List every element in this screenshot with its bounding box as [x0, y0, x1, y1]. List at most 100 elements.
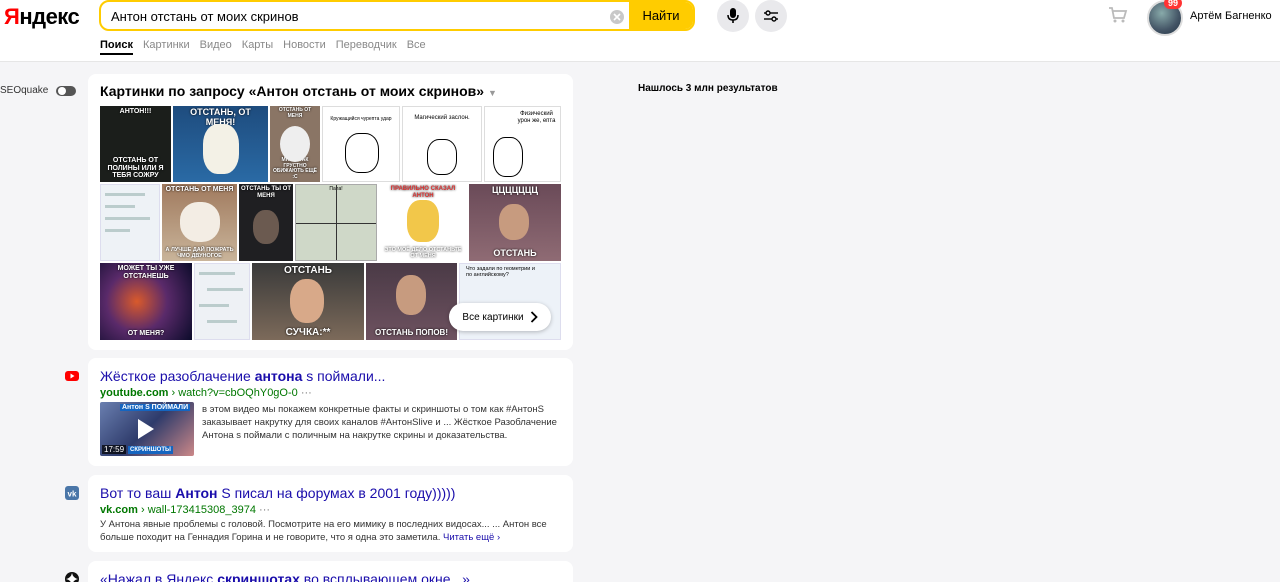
search-button[interactable]: Найти	[629, 2, 693, 29]
thumb-caption-top: ОТСТАНЬ ТЫ ОТ МЕНЯ	[241, 186, 291, 199]
image-thumb[interactable]: ОТСТАНЬ СУЧКА:**	[252, 263, 364, 340]
images-block-title[interactable]: Картинки по запросу «Антон отстань от мо…	[100, 83, 497, 99]
title-part-bold: скриншотах	[217, 571, 300, 582]
result-title[interactable]: «Нажал в Яндекс скриншотах во всплывающе…	[100, 571, 470, 582]
search-box: Антон отстань от моих скринов Найти	[99, 0, 695, 31]
more-dots-icon[interactable]: ···	[256, 504, 270, 516]
image-thumb[interactable]: ОТСТАНЬ ПОПОВ!	[366, 263, 457, 340]
result-path: › watch?v=cbOQhY0gO-0	[168, 387, 298, 399]
zen-icon	[65, 572, 79, 582]
result-title[interactable]: Жёсткое разоблачение антона s поймали...	[100, 368, 385, 384]
image-thumb[interactable]: ОТСТАНЬ ОТ МЕНЯ МНЕ И ТАК ГРУСТНО ОБИЖАЮ…	[270, 106, 320, 182]
chat-line	[207, 320, 237, 323]
search-result: «Нажал в Яндекс скриншотах во всплывающе…	[88, 561, 573, 582]
meme-face	[203, 124, 239, 174]
title-part: «Нажал в Яндекс	[100, 571, 218, 582]
chevron-down-icon[interactable]: ▼	[488, 88, 497, 98]
comic-face	[345, 133, 379, 173]
image-thumb[interactable]: ПРАВИЛЬНО СКАЗАЛ АНТОН ЭТО МОЁ ДЕЛО ОТСТ…	[379, 184, 467, 261]
result-path: › wall-173415308_3974	[137, 504, 256, 516]
youtube-icon	[65, 371, 79, 381]
user-name[interactable]: Артём Багненко	[1190, 10, 1272, 22]
title-part-bold: Антон	[175, 485, 218, 501]
cat-shape	[180, 202, 220, 242]
thumb-caption-top: ОТСТАНЬ	[284, 265, 332, 276]
voice-search-button[interactable]	[717, 0, 749, 32]
result-title[interactable]: Вот то ваш Антон S писал на форумах в 20…	[100, 485, 455, 501]
image-thumb[interactable]	[194, 263, 250, 340]
image-thumb[interactable]: ЦЦЦЦЦЦЦ ОТСТАНЬ	[469, 184, 561, 261]
title-part: Жёсткое разоблачение	[100, 368, 255, 384]
video-tag: СКРИНШОТЫ	[128, 446, 173, 454]
image-thumb[interactable]: Кружащийся чурепта удар	[322, 106, 400, 182]
search-result: Вот то ваш Антон S писал на форумах в 20…	[88, 475, 573, 552]
image-thumb[interactable]: Папа!	[295, 184, 377, 261]
result-url[interactable]: youtube.com › watch?v=cbOQhY0gO-0 ···	[100, 387, 312, 399]
thumb-caption-bottom: ОТ МЕНЯ?	[127, 330, 165, 338]
more-dots-icon[interactable]: ···	[298, 387, 312, 399]
seoquake-toggle[interactable]	[56, 85, 77, 96]
image-thumb[interactable]: ОТСТАНЬ, ОТ МЕНЯ!	[173, 106, 268, 182]
face-shape	[499, 204, 529, 240]
chat-line	[105, 205, 135, 208]
result-domain: vk.com	[100, 504, 138, 516]
image-thumb[interactable]: Магический заслон.	[402, 106, 482, 182]
thumb-caption-top: ЦЦЦЦЦЦЦ	[491, 185, 539, 195]
microphone-icon	[727, 8, 739, 23]
title-part: s поймали...	[302, 368, 386, 384]
tab-images[interactable]: Картинки	[143, 39, 190, 55]
yandex-logo[interactable]: Яндекс	[4, 4, 80, 30]
image-thumb[interactable]: АНТОН!!! ОТСТАНЬ ОТ ПОЛИНЫ ИЛИ Я ТЕБЯ СО…	[100, 106, 171, 182]
search-result: Жёсткое разоблачение антона s поймали...…	[88, 358, 573, 466]
image-thumb[interactable]: Физический урон же, епта	[484, 106, 561, 182]
image-thumb[interactable]	[100, 184, 160, 261]
images-title-text: Картинки по запросу «Антон отстань от мо…	[100, 83, 485, 99]
clear-icon[interactable]	[609, 9, 625, 25]
svg-text:vk: vk	[68, 490, 77, 499]
all-images-label: Все картинки	[462, 311, 524, 323]
title-part: S писал на форумах в 2001 году)))))	[217, 485, 456, 501]
search-tabs: Поиск Картинки Видео Карты Новости Перев…	[100, 39, 426, 55]
thumb-caption-bottom: СУЧКА:**	[285, 327, 331, 338]
image-thumb[interactable]: ОТСТАНЬ ТЫ ОТ МЕНЯ	[239, 184, 293, 261]
cartoon-head	[407, 200, 439, 242]
seoquake-toggle-row: SEOquake	[0, 85, 77, 96]
video-overlay-text: Антон S ПОЙМАЛИ	[120, 404, 191, 411]
notification-badge: 99	[1164, 0, 1183, 9]
face-shape	[396, 275, 426, 315]
results-count: Нашлось 3 млн результатов	[638, 83, 778, 94]
owl-shape	[280, 126, 310, 162]
tab-news[interactable]: Новости	[283, 39, 326, 55]
vk-icon: vk	[65, 486, 79, 500]
thumb-caption-bottom: ОТСТАНЬ ПОПОВ!	[375, 328, 448, 338]
cart-icon[interactable]	[1108, 6, 1128, 24]
tab-search[interactable]: Поиск	[100, 39, 134, 55]
tab-translator[interactable]: Переводчик	[336, 39, 397, 55]
tab-maps[interactable]: Карты	[242, 39, 273, 55]
thumb-caption-bottom: ОТСТАНЬ ОТ ПОЛИНЫ ИЛИ Я ТЕБЯ СОЖРУ	[107, 156, 164, 180]
result-url[interactable]: vk.com › wall-173415308_3974 ···	[100, 504, 270, 516]
logo-first-letter: Я	[4, 4, 20, 29]
thumb-caption-top: ОТСТАНЬ ОТ МЕНЯ	[165, 186, 234, 193]
video-duration: 17:59	[102, 445, 127, 454]
read-more-link[interactable]: Читать ещё ›	[443, 532, 500, 543]
thumb-caption-top: АНТОН!!!	[119, 108, 152, 115]
image-thumb[interactable]: МОЖЕТ ТЫ УЖЕ ОТСТАНЕШЬ ОТ МЕНЯ?	[100, 263, 192, 340]
chevron-right-icon	[530, 311, 538, 323]
tab-video[interactable]: Видео	[200, 39, 232, 55]
search-input[interactable]: Антон отстань от моих скринов	[111, 9, 299, 24]
seoquake-label: SEOquake	[0, 85, 49, 96]
tab-all[interactable]: Все	[407, 39, 426, 55]
face-shape	[253, 210, 279, 244]
filters-button[interactable]	[755, 0, 787, 32]
thumb-caption-bottom: ЭТО МОЁ ДЕЛО ОТСТАНЬТЕ ОТ МЕНЯ	[384, 246, 462, 259]
chat-line	[105, 229, 130, 232]
all-images-button[interactable]: Все картинки	[449, 303, 551, 331]
images-block: Картинки по запросу «Антон отстань от мо…	[88, 74, 573, 350]
result-snippet: в этом видео мы покажем конкретные факты…	[202, 404, 557, 441]
image-thumb[interactable]: ОТСТАНЬ ОТ МЕНЯ А ЛУЧШЕ ДАЙ ПОЖРАТЬ ЧМО …	[162, 184, 237, 261]
chat-line	[199, 304, 229, 307]
video-thumbnail[interactable]: Антон S ПОЙМАЛИ 17:59 СКРИНШОТЫ	[100, 402, 194, 456]
comic-face	[427, 139, 457, 175]
chat-line	[105, 193, 145, 196]
